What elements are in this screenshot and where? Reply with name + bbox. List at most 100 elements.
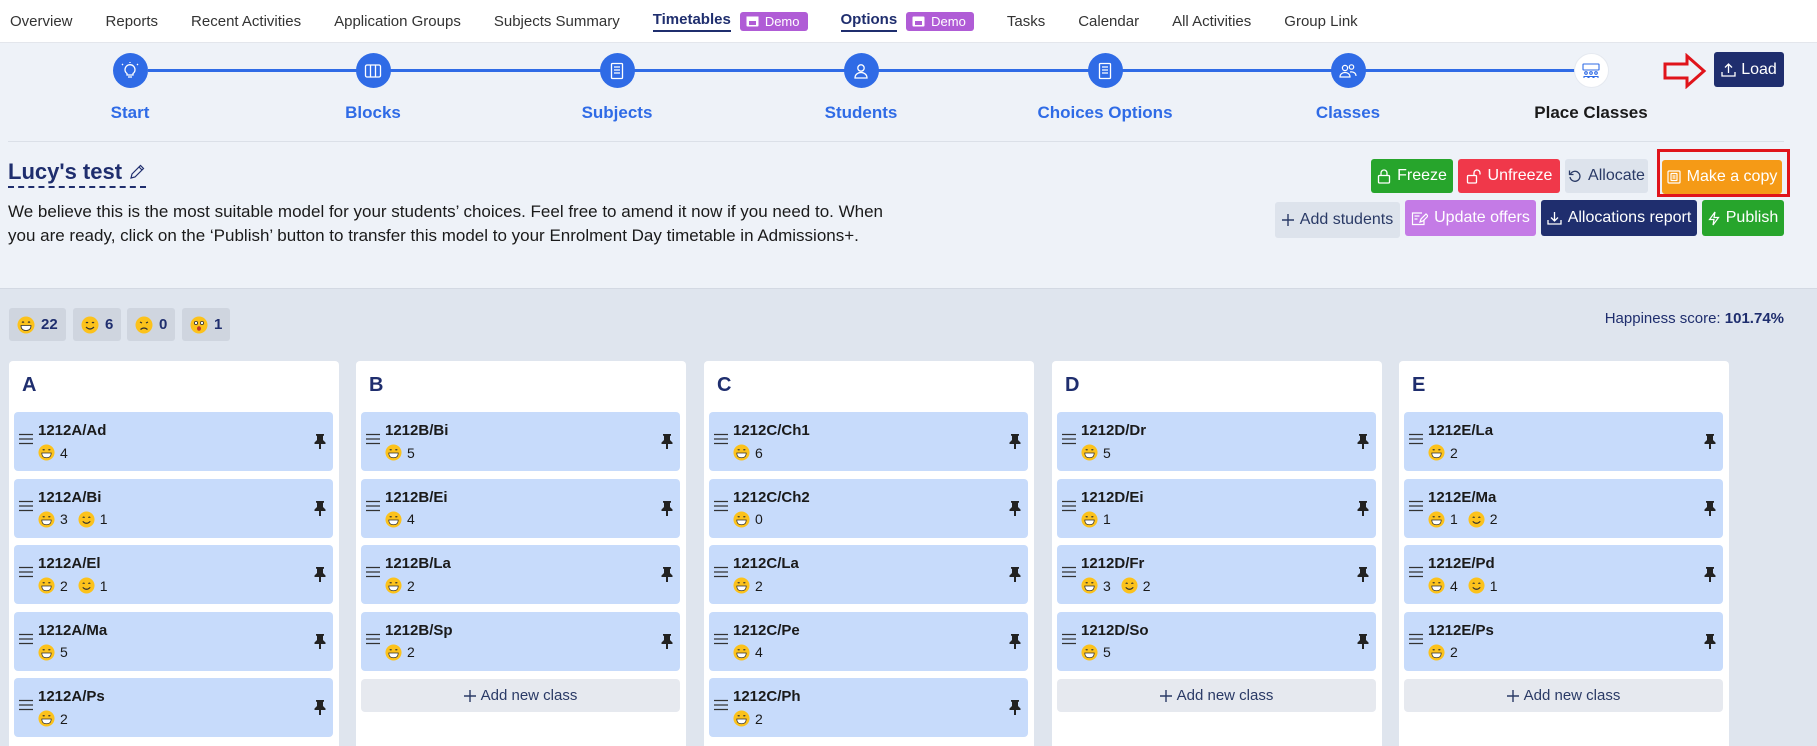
class-card[interactable]: 1212D/So 5 bbox=[1057, 611, 1376, 671]
very-happy-count-group: 2 bbox=[38, 710, 74, 727]
pin-icon[interactable] bbox=[313, 566, 327, 582]
drag-handle-icon[interactable] bbox=[714, 500, 728, 512]
drag-handle-icon[interactable] bbox=[366, 433, 380, 445]
pin-icon[interactable] bbox=[1356, 633, 1370, 649]
drag-handle-icon[interactable] bbox=[19, 433, 33, 445]
nav-tab-subjects-summary[interactable]: Subjects Summary bbox=[494, 0, 620, 43]
drag-handle-icon[interactable] bbox=[1062, 566, 1076, 578]
drag-handle-icon[interactable] bbox=[366, 566, 380, 578]
drag-handle-icon[interactable] bbox=[19, 566, 33, 578]
pin-icon[interactable] bbox=[660, 633, 674, 649]
nav-tab-application-groups[interactable]: Application Groups bbox=[334, 0, 461, 43]
pin-icon[interactable] bbox=[1008, 433, 1022, 449]
step-students[interactable]: Students bbox=[771, 53, 951, 123]
class-card[interactable]: 1212E/Ma 1 2 bbox=[1404, 478, 1723, 538]
class-card[interactable]: 1212A/El 2 1 bbox=[14, 545, 333, 604]
nav-tab-all-activities[interactable]: All Activities bbox=[1172, 0, 1251, 43]
add-new-class-button[interactable]: Add new class bbox=[1057, 679, 1376, 712]
nav-tab-timetables[interactable]: Timetables Demo bbox=[652, 0, 808, 43]
class-card[interactable]: 1212D/Ei 1 bbox=[1057, 478, 1376, 538]
drag-handle-icon[interactable] bbox=[1409, 433, 1423, 445]
drag-handle-icon[interactable] bbox=[19, 699, 33, 711]
allocate-button[interactable]: Allocate bbox=[1565, 159, 1648, 193]
pin-icon[interactable] bbox=[1008, 566, 1022, 582]
grin-emoji-icon bbox=[1081, 577, 1098, 594]
pin-icon[interactable] bbox=[313, 433, 327, 449]
drag-handle-icon[interactable] bbox=[714, 566, 728, 578]
step-subjects[interactable]: Subjects bbox=[527, 53, 707, 123]
class-card[interactable]: 1212B/Bi 5 bbox=[361, 412, 680, 471]
drag-handle-icon[interactable] bbox=[714, 433, 728, 445]
add-students-button[interactable]: Add students bbox=[1275, 202, 1400, 238]
class-card[interactable]: 1212A/Bi 3 1 bbox=[14, 478, 333, 538]
drag-handle-icon[interactable] bbox=[1409, 633, 1423, 645]
class-card[interactable]: 1212C/Ch1 6 bbox=[709, 412, 1028, 471]
pin-icon[interactable] bbox=[660, 500, 674, 516]
pin-icon[interactable] bbox=[313, 500, 327, 516]
class-card[interactable]: 1212B/La 2 bbox=[361, 545, 680, 604]
pin-icon[interactable] bbox=[1008, 633, 1022, 649]
pin-icon[interactable] bbox=[1008, 699, 1022, 715]
pin-icon[interactable] bbox=[660, 566, 674, 582]
drag-handle-icon[interactable] bbox=[19, 500, 33, 512]
step-choices-options[interactable]: Choices Options bbox=[1015, 53, 1195, 123]
pin-icon[interactable] bbox=[1356, 566, 1370, 582]
drag-handle-icon[interactable] bbox=[366, 500, 380, 512]
drag-handle-icon[interactable] bbox=[714, 699, 728, 711]
pin-icon[interactable] bbox=[1008, 500, 1022, 516]
nav-tab-calendar[interactable]: Calendar bbox=[1078, 0, 1139, 43]
add-new-class-button[interactable]: Add new class bbox=[1404, 679, 1723, 712]
drag-handle-icon[interactable] bbox=[19, 633, 33, 645]
allocations-report-button[interactable]: Allocations report bbox=[1541, 200, 1697, 236]
class-card[interactable]: 1212E/Pd 4 1 bbox=[1404, 545, 1723, 604]
update-offers-button[interactable]: Update offers bbox=[1405, 200, 1536, 236]
pencil-icon[interactable] bbox=[128, 163, 146, 181]
drag-handle-icon[interactable] bbox=[1409, 500, 1423, 512]
drag-handle-icon[interactable] bbox=[1062, 633, 1076, 645]
pin-icon[interactable] bbox=[313, 699, 327, 715]
pin-icon[interactable] bbox=[660, 433, 674, 449]
model-title-editable[interactable]: Lucy's test bbox=[8, 159, 147, 188]
class-card[interactable]: 1212B/Sp 2 bbox=[361, 611, 680, 671]
pin-icon[interactable] bbox=[1703, 500, 1717, 516]
nav-tab-tasks[interactable]: Tasks bbox=[1007, 0, 1045, 43]
nav-tab-overview[interactable]: Overview bbox=[10, 0, 73, 43]
class-card[interactable]: 1212B/Ei 4 bbox=[361, 478, 680, 538]
make-a-copy-button[interactable]: Make a copy bbox=[1662, 160, 1782, 194]
drag-handle-icon[interactable] bbox=[1062, 433, 1076, 445]
class-card[interactable]: 1212E/Ps 2 bbox=[1404, 611, 1723, 671]
class-card[interactable]: 1212C/Ch2 0 bbox=[709, 478, 1028, 538]
class-card[interactable]: 1212D/Dr 5 bbox=[1057, 412, 1376, 471]
add-new-class-button[interactable]: Add new class bbox=[361, 679, 680, 712]
load-button[interactable]: Load bbox=[1714, 52, 1784, 87]
class-card[interactable]: 1212C/Pe 4 bbox=[709, 611, 1028, 671]
class-card[interactable]: 1212A/Ps 2 bbox=[14, 678, 333, 737]
class-card[interactable]: 1212C/Ph 2 bbox=[709, 678, 1028, 737]
drag-handle-icon[interactable] bbox=[714, 633, 728, 645]
step-blocks[interactable]: Blocks bbox=[283, 53, 463, 123]
nav-tab-recent-activities[interactable]: Recent Activities bbox=[191, 0, 301, 43]
pin-icon[interactable] bbox=[1703, 433, 1717, 449]
drag-handle-icon[interactable] bbox=[366, 633, 380, 645]
class-card[interactable]: 1212A/Ma 5 bbox=[14, 611, 333, 671]
step-start[interactable]: Start bbox=[40, 53, 220, 123]
drag-handle-icon[interactable] bbox=[1062, 500, 1076, 512]
pin-icon[interactable] bbox=[1356, 433, 1370, 449]
class-card[interactable]: 1212E/La 2 bbox=[1404, 412, 1723, 471]
pin-icon[interactable] bbox=[1356, 500, 1370, 516]
nav-tab-reports[interactable]: Reports bbox=[106, 0, 159, 43]
nav-tab-group-link[interactable]: Group Link bbox=[1284, 0, 1357, 43]
class-card[interactable]: 1212C/La 2 bbox=[709, 545, 1028, 604]
nav-tab-options[interactable]: Options Demo bbox=[840, 0, 974, 43]
drag-handle-icon[interactable] bbox=[1409, 566, 1423, 578]
pin-icon[interactable] bbox=[1703, 566, 1717, 582]
publish-button[interactable]: Publish bbox=[1702, 200, 1784, 236]
unfreeze-button[interactable]: Unfreeze bbox=[1458, 159, 1560, 193]
class-card[interactable]: 1212A/Ad 4 bbox=[14, 412, 333, 471]
freeze-button[interactable]: Freeze bbox=[1371, 159, 1453, 193]
pin-icon[interactable] bbox=[313, 633, 327, 649]
step-place-classes[interactable]: Place Classes bbox=[1501, 53, 1681, 123]
class-card[interactable]: 1212D/Fr 3 2 bbox=[1057, 545, 1376, 604]
pin-icon[interactable] bbox=[1703, 633, 1717, 649]
step-classes[interactable]: Classes bbox=[1258, 53, 1438, 123]
